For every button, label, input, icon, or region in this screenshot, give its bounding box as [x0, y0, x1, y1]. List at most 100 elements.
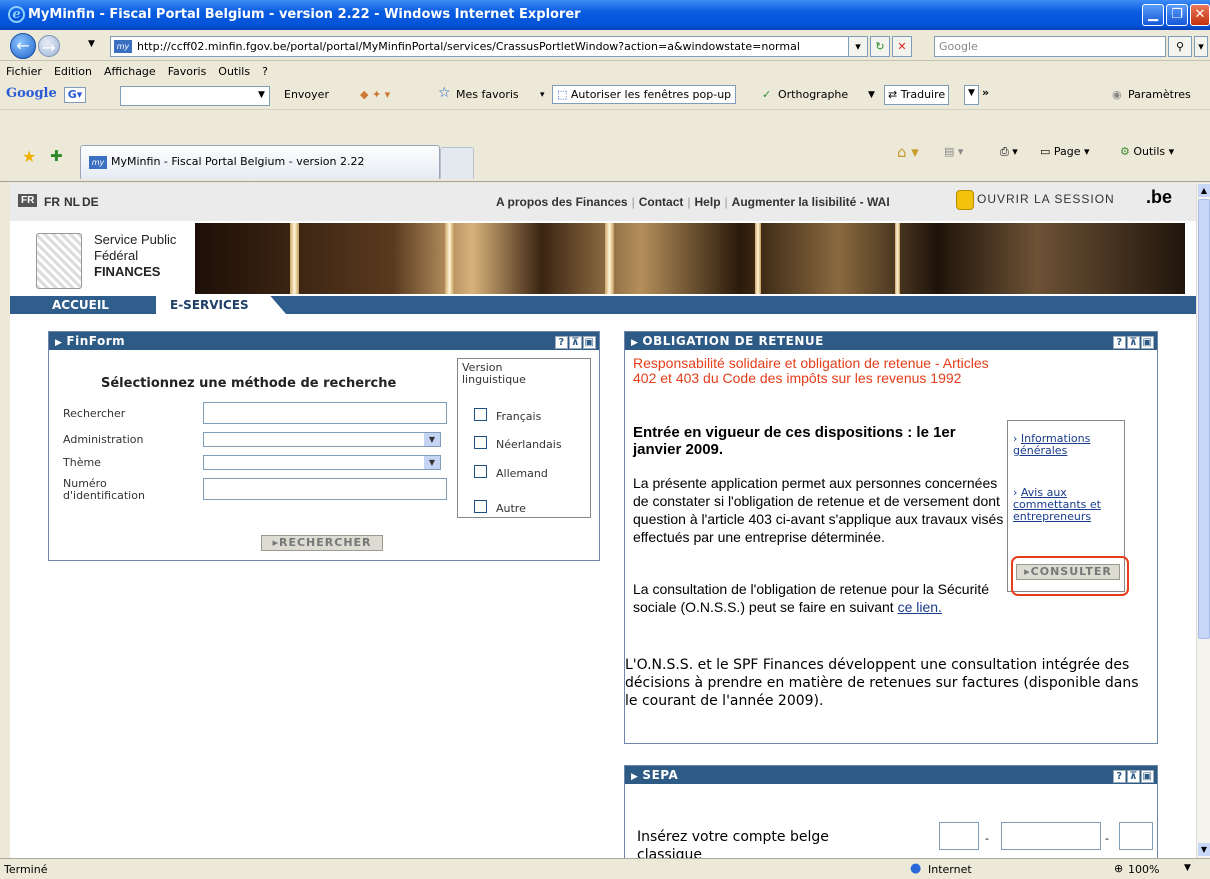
- translate-dropdown-icon[interactable]: ▼: [964, 85, 979, 105]
- google-search-input[interactable]: [120, 86, 270, 106]
- obligation-title: OBLIGATION DE RETENUE: [642, 334, 824, 348]
- new-tab-button[interactable]: [440, 147, 474, 179]
- settings-icon: ◉: [1112, 88, 1122, 101]
- checkbox-autre[interactable]: [474, 500, 487, 513]
- info-link[interactable]: Informations générales: [1013, 432, 1090, 457]
- lang-nl-link[interactable]: NL: [64, 195, 80, 209]
- popup-button[interactable]: ⬚ Autoriser les fenêtres pop-up: [552, 85, 737, 104]
- translate-button[interactable]: ⇄ Traduire: [884, 85, 950, 105]
- spellcheck-button[interactable]: Orthographe: [778, 88, 848, 101]
- rechercher-button[interactable]: ▸RECHERCHER: [261, 535, 383, 551]
- search-options-button[interactable]: ▾: [1194, 36, 1208, 57]
- search-input[interactable]: Google: [934, 36, 1166, 57]
- google-dropdown-icon[interactable]: ▼: [258, 90, 265, 100]
- vertical-scrollbar[interactable]: ▲ ▼: [1196, 183, 1210, 858]
- tools-menu[interactable]: ⚙ Outils ▾: [1120, 145, 1174, 158]
- star-icon: ☆: [438, 85, 451, 101]
- scroll-up-icon[interactable]: ▲: [1198, 184, 1210, 197]
- back-button[interactable]: ←: [10, 33, 36, 59]
- menu-outils[interactable]: Outils: [212, 62, 256, 78]
- more-tools-icon[interactable]: »: [982, 86, 989, 99]
- menu-favoris[interactable]: Favoris: [162, 62, 213, 78]
- checkbox-francais[interactable]: [474, 408, 487, 421]
- zoom-dropdown-icon[interactable]: ▼: [1184, 863, 1191, 873]
- contact-link[interactable]: Contact: [639, 195, 684, 209]
- help-icon[interactable]: ?: [555, 336, 568, 349]
- lang-de-link[interactable]: DE: [82, 195, 99, 209]
- zoom-level[interactable]: 100%: [1128, 863, 1159, 876]
- help-icon[interactable]: ?: [1113, 770, 1126, 783]
- info-link-item[interactable]: › Informations générales: [1013, 433, 1123, 457]
- minimize-button[interactable]: ▁: [1142, 4, 1164, 26]
- collapse-arrow-icon[interactable]: ▶: [55, 338, 62, 348]
- feeds-icon[interactable]: ▤ ▾: [944, 145, 963, 158]
- favorites-button[interactable]: Mes favoris: [456, 88, 519, 101]
- about-link[interactable]: A propos des Finances: [496, 195, 628, 209]
- finform-header: ▶ FinForm ? ⊼ ▣: [49, 332, 599, 350]
- address-dropdown-button[interactable]: ▾: [848, 36, 868, 57]
- tab-myminfin[interactable]: my MyMinfin - Fiscal Portal Belgium - ve…: [80, 145, 440, 179]
- send-button[interactable]: Envoyer: [284, 88, 329, 101]
- minimize-icon[interactable]: ⊼: [1127, 770, 1140, 783]
- checkbox-neerlandais[interactable]: [474, 436, 487, 449]
- menu-edition[interactable]: Edition: [48, 62, 98, 78]
- scroll-down-icon[interactable]: ▼: [1198, 843, 1210, 856]
- login-button[interactable]: OUVRIR LA SESSION: [956, 190, 1115, 210]
- menu-affichage[interactable]: Affichage: [98, 62, 162, 78]
- page-icon: ▭: [1040, 145, 1054, 158]
- lang-fr-link[interactable]: FR: [44, 195, 60, 209]
- forward-button[interactable]: →: [38, 35, 60, 57]
- menu-fichier[interactable]: Fichier: [0, 62, 48, 78]
- close-button[interactable]: ✕: [1190, 4, 1210, 26]
- avis-link-item[interactable]: › Avis aux commettants et entrepreneurs: [1013, 487, 1123, 523]
- spellcheck-dropdown-icon[interactable]: ▼: [868, 90, 875, 100]
- ie-logo-icon: e: [8, 6, 25, 23]
- account-part1[interactable]: [939, 822, 979, 850]
- address-field[interactable]: my http://ccff02.minfin.fgov.be/portal/p…: [110, 36, 850, 57]
- refresh-button[interactable]: ↻: [870, 36, 890, 57]
- account-part3[interactable]: [1119, 822, 1153, 850]
- minimize-icon[interactable]: ⊼: [1127, 336, 1140, 349]
- favorites-center-icon[interactable]: ★: [22, 147, 36, 166]
- site-favicon-icon: my: [114, 40, 132, 53]
- add-favorite-icon[interactable]: ✚: [50, 147, 63, 165]
- collapse-arrow-icon[interactable]: ▶: [631, 772, 638, 782]
- collapse-arrow-icon[interactable]: ▶: [631, 338, 638, 348]
- onss-link[interactable]: ce lien.: [898, 599, 942, 615]
- avis-link[interactable]: Avis aux commettants et entrepreneurs: [1013, 486, 1101, 523]
- favorites-dropdown-icon[interactable]: ▾: [540, 90, 545, 100]
- tab-favicon-icon: my: [89, 156, 107, 169]
- account-part2[interactable]: [1001, 822, 1101, 850]
- home-icon[interactable]: ⌂ ▾: [897, 143, 919, 161]
- search-icon[interactable]: ⚲: [1168, 36, 1192, 57]
- theme-select[interactable]: ▼: [203, 455, 441, 470]
- help-icon[interactable]: ?: [1113, 336, 1126, 349]
- id-field[interactable]: [203, 478, 447, 500]
- google-g-icon[interactable]: G▾: [64, 87, 86, 103]
- checkbox-allemand[interactable]: [474, 465, 487, 478]
- administration-select[interactable]: ▼: [203, 432, 441, 447]
- print-icon[interactable]: ⎙ ▾: [1000, 145, 1018, 159]
- minimize-icon[interactable]: ⊼: [569, 336, 582, 349]
- search-field[interactable]: [203, 402, 447, 424]
- page-menu[interactable]: ▭ Page ▾: [1040, 145, 1090, 158]
- nav-eservices[interactable]: E-SERVICES: [156, 296, 286, 314]
- nav-accueil[interactable]: ACCUEIL: [52, 298, 109, 312]
- maximize-icon[interactable]: ▣: [1141, 336, 1154, 349]
- page-content: FR FR NL DE A propos des Finances | Contac…: [10, 183, 1196, 858]
- banner-photo: [195, 223, 1185, 294]
- addon-icon[interactable]: ◆ ✦ ▾: [360, 88, 390, 101]
- help-link[interactable]: Help: [695, 195, 721, 209]
- wai-link[interactable]: Augmenter la lisibilité - WAI: [732, 195, 890, 209]
- maximize-button[interactable]: ❐: [1166, 4, 1188, 26]
- login-label: OUVRIR LA SESSION: [977, 192, 1115, 207]
- stop-button[interactable]: ✕: [892, 36, 912, 57]
- menu-help[interactable]: ?: [256, 62, 274, 78]
- history-dropdown-icon[interactable]: ▼: [88, 39, 95, 49]
- settings-button[interactable]: Paramètres: [1128, 88, 1191, 101]
- maximize-icon[interactable]: ▣: [1141, 770, 1154, 783]
- maximize-icon[interactable]: ▣: [583, 336, 596, 349]
- scroll-thumb[interactable]: [1198, 199, 1210, 639]
- main-nav: ACCUEIL E-SERVICES: [10, 296, 1196, 314]
- obligation-portlet: ▶ OBLIGATION DE RETENUE ? ⊼ ▣ Responsabilit…: [624, 331, 1158, 744]
